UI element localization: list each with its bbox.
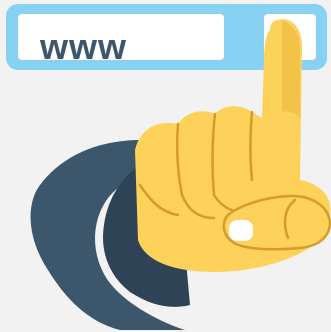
pointing-hand-icon xyxy=(30,19,331,330)
illustration: www xyxy=(0,0,331,332)
thumb-nail xyxy=(229,220,253,241)
